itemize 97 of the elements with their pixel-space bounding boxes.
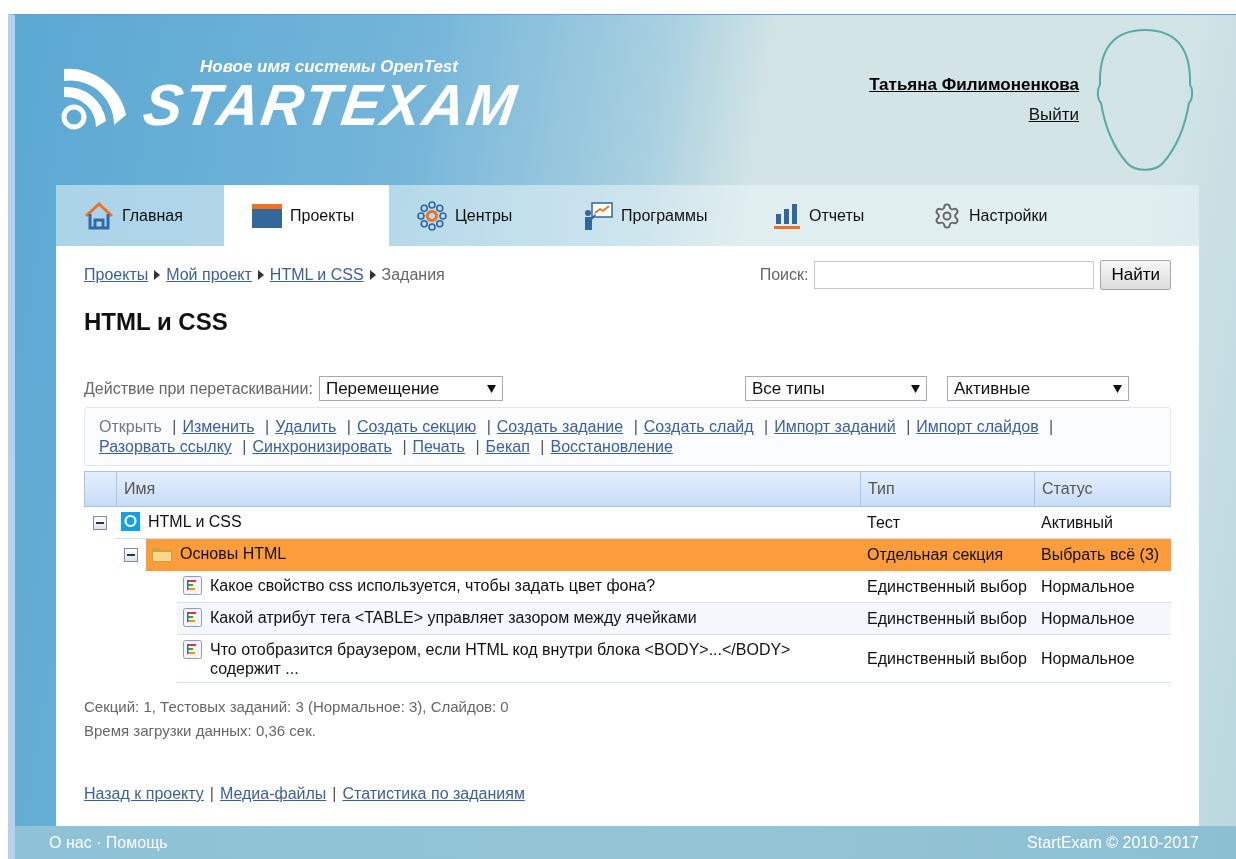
bar-chart-icon <box>773 201 801 230</box>
separator-mark: | <box>540 438 545 455</box>
item-name: HTML и CSS <box>148 512 242 531</box>
dropdown-caret-icon <box>1112 384 1122 393</box>
filter-dropdown[interactable]: Все типы <box>744 376 927 401</box>
separator-mark: | <box>346 418 351 435</box>
stats-text: Время загрузки данных: 0,36 сек. <box>84 721 317 741</box>
item-type: Тест <box>867 513 901 532</box>
dropdown-caret-icon <box>910 384 920 393</box>
nav-tab[interactable]: Проекты <box>224 185 389 246</box>
question-list-icon <box>183 608 202 627</box>
minus-icon <box>126 551 135 559</box>
action-link-disabled: Открыть <box>99 418 162 435</box>
item-status: Нормальное <box>1041 649 1135 668</box>
item-name: Что отобразится браузером, если HTML код внутри блока <BODY>...</BODY> содержит ... <box>210 640 792 678</box>
search-field[interactable] <box>814 261 1095 289</box>
user-name-link[interactable]: Татьяна Филимоненкова <box>869 75 1079 95</box>
nav-tab[interactable]: Главная <box>56 185 224 246</box>
action-link[interactable]: Удалить <box>275 418 337 435</box>
action-link[interactable]: Импорт слайдов <box>916 418 1039 435</box>
action-link[interactable]: Изменить <box>182 418 255 435</box>
action-link[interactable]: Печать <box>412 438 465 455</box>
separator-mark: | <box>172 418 177 435</box>
action-link[interactable]: Создать секцию <box>356 418 477 435</box>
page-title: HTML и CSS <box>84 308 229 336</box>
tree-row[interactable]: Основы HTML Отдельная секция Выбрать всё (3) <box>146 539 1171 571</box>
separator-mark: | <box>209 785 214 802</box>
separator-dot: · <box>95 833 103 851</box>
collapse-button[interactable] <box>123 548 138 562</box>
nav-tab[interactable]: Программы <box>555 185 745 246</box>
question-list-icon <box>183 640 202 659</box>
action-link[interactable]: Импорт заданий <box>774 418 896 435</box>
breadcrumb-link[interactable]: Проекты <box>84 266 149 284</box>
logo-wordmark: STARTEXAM <box>140 77 522 133</box>
separator-mark: | <box>764 418 769 435</box>
item-status: Нормальное <box>1041 577 1135 596</box>
collapse-button[interactable] <box>92 516 107 530</box>
settings-icon <box>933 201 961 230</box>
nodes-ring-icon <box>417 200 447 231</box>
tree-row[interactable]: Какой атрибут тега <TABLE> управляет зазором между ячейками Единственный выбор Нормальное <box>177 603 1171 635</box>
action-link[interactable]: Разорвать ссылку <box>99 438 232 455</box>
action-link[interactable]: Восстановление <box>550 438 673 455</box>
separator-mark: | <box>633 418 638 435</box>
breadcrumb-arrow-icon <box>369 270 376 280</box>
logout-link[interactable]: Выйти <box>1028 105 1079 125</box>
separator-mark: | <box>332 785 337 802</box>
item-status: Выбрать всё (3) <box>1041 545 1160 564</box>
breadcrumb-arrow-icon <box>154 270 161 280</box>
folder-icon <box>152 546 172 562</box>
nav-tab[interactable]: Отчеты <box>745 185 905 246</box>
drag-action-dropdown[interactable]: Перемещение <box>318 376 503 401</box>
bottom-link[interactable]: Назад к проекту <box>84 785 204 802</box>
separator-mark: | <box>265 418 270 435</box>
item-status: Нормальное <box>1041 609 1135 628</box>
bottom-link[interactable]: Статистика по заданиям <box>342 785 525 802</box>
search-label: Поиск: <box>759 266 809 284</box>
folder-icon <box>252 203 282 228</box>
column-header: Имя <box>124 480 156 498</box>
action-link[interactable]: Бекап <box>485 438 530 455</box>
item-status: Активный <box>1041 513 1113 532</box>
column-header: Тип <box>868 480 895 498</box>
item-type: Единственный выбор <box>867 577 1027 596</box>
item-type: Отдельная секция <box>867 545 1004 564</box>
item-type: Единственный выбор <box>867 609 1027 628</box>
home-icon <box>84 201 114 230</box>
separator-mark: | <box>486 418 491 435</box>
target-icon <box>121 512 140 531</box>
nav-tab[interactable]: Настройки <box>905 185 1090 246</box>
filter-dropdown[interactable]: Активные <box>946 376 1129 401</box>
item-name: Какое свойство css используется, чтобы задать цвет фона? <box>210 576 656 595</box>
separator-mark: | <box>475 438 480 455</box>
action-link[interactable]: Создать слайд <box>643 418 754 435</box>
stats-text: Секций: 1, Тестовых заданий: 3 (Нормальное: 3), Слайдов: 0 <box>84 697 510 717</box>
item-type: Единственный выбор <box>867 649 1027 668</box>
drag-action-label: Действие при перетаскивании: <box>84 379 313 398</box>
question-list-icon <box>183 576 202 595</box>
logo-tagline: Новое имя системы OpenTest <box>200 57 460 77</box>
dropdown-caret-icon <box>486 384 496 393</box>
separator-mark: | <box>1049 418 1054 435</box>
item-name: Основы HTML <box>180 544 287 563</box>
separator-mark: | <box>242 438 247 455</box>
copyright-text: StartExam © 2010-2017 <box>1027 833 1199 852</box>
item-name: Какой атрибут тега <TABLE> управляет зазором между ячейками <box>210 608 697 627</box>
breadcrumb-link[interactable]: HTML и CSS <box>269 266 364 284</box>
presenter-icon <box>583 200 613 231</box>
breadcrumb-arrow-icon <box>257 270 264 280</box>
find-button[interactable]: Найти <box>1100 260 1171 290</box>
action-link[interactable]: Создать задание <box>496 418 624 435</box>
column-header: Статус <box>1042 480 1093 498</box>
separator-mark: | <box>906 418 911 435</box>
bottom-link[interactable]: Медиа-файлы <box>219 785 327 802</box>
action-link[interactable]: Синхронизировать <box>252 438 392 455</box>
nav-tab[interactable]: Центры <box>389 185 555 246</box>
minus-icon <box>95 519 104 527</box>
breadcrumb-link[interactable]: Мой проект <box>166 266 252 284</box>
breadcrumb-current: Задания <box>381 266 445 284</box>
separator-mark: | <box>402 438 407 455</box>
